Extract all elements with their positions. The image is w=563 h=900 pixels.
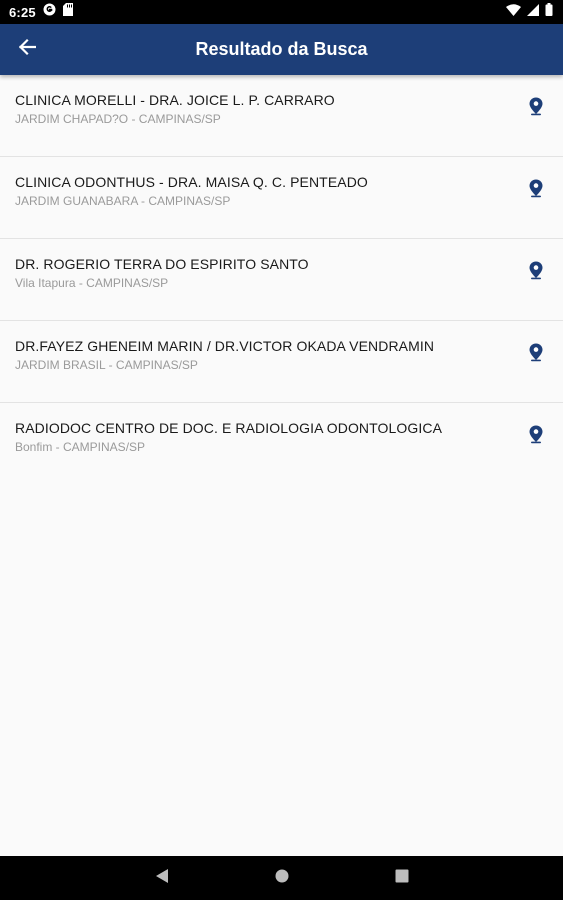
results-list: CLINICA MORELLI - DRA. JOICE L. P. CARRA… (0, 75, 563, 485)
navigation-bar (0, 856, 563, 900)
list-item[interactable]: RADIODOC CENTRO DE DOC. E RADIOLOGIA ODO… (0, 403, 563, 485)
map-pin-icon (529, 179, 543, 203)
map-pin-icon (529, 97, 543, 121)
clinic-name: CLINICA MORELLI - DRA. JOICE L. P. CARRA… (15, 92, 335, 108)
list-item[interactable]: CLINICA MORELLI - DRA. JOICE L. P. CARRA… (0, 75, 563, 157)
battery-icon (545, 3, 553, 21)
status-time: 6:25 (9, 4, 36, 20)
recents-square-icon[interactable] (394, 868, 410, 889)
map-pin-button[interactable] (527, 97, 545, 121)
map-pin-icon (529, 261, 543, 285)
g-circle-icon (43, 3, 56, 21)
map-pin-button[interactable] (527, 425, 545, 449)
status-right (506, 3, 553, 21)
map-pin-button[interactable] (527, 343, 545, 367)
map-pin-button[interactable] (527, 261, 545, 285)
clinic-name: DR.FAYEZ GHENEIM MARIN / DR.VICTOR OKADA… (15, 338, 435, 354)
clinic-name: RADIODOC CENTRO DE DOC. E RADIOLOGIA ODO… (15, 420, 443, 436)
clinic-location: Bonfim - CAMPINAS/SP (15, 440, 146, 454)
status-left: 6:25 (9, 3, 73, 21)
clinic-location: JARDIM CHAPAD?O - CAMPINAS/SP (15, 112, 221, 126)
back-triangle-icon[interactable] (155, 868, 169, 889)
wifi-icon (506, 3, 521, 21)
map-pin-button[interactable] (527, 179, 545, 203)
clinic-location: JARDIM GUANABARA - CAMPINAS/SP (15, 194, 231, 208)
clinic-name: DR. ROGERIO TERRA DO ESPIRITO SANTO (15, 256, 309, 272)
clinic-name: CLINICA ODONTHUS - DRA. MAISA Q. C. PENT… (15, 174, 368, 190)
page-title: Resultado da Busca (195, 39, 368, 59)
sd-card-icon (62, 3, 73, 21)
clinic-location: JARDIM BRASIL - CAMPINAS/SP (15, 358, 198, 372)
back-button[interactable] (14, 36, 40, 62)
map-pin-icon (529, 425, 543, 449)
list-item[interactable]: CLINICA ODONTHUS - DRA. MAISA Q. C. PENT… (0, 157, 563, 239)
home-circle-icon[interactable] (274, 868, 290, 889)
arrow-back-icon (18, 38, 37, 61)
map-pin-icon (529, 343, 543, 367)
list-item[interactable]: DR. ROGERIO TERRA DO ESPIRITO SANTO Vila… (0, 239, 563, 321)
status-bar: 6:25 (0, 0, 563, 24)
list-item[interactable]: DR.FAYEZ GHENEIM MARIN / DR.VICTOR OKADA… (0, 321, 563, 403)
clinic-location: Vila Itapura - CAMPINAS/SP (15, 276, 169, 290)
app-bar: Resultado da Busca (0, 24, 563, 75)
signal-icon (527, 3, 539, 21)
